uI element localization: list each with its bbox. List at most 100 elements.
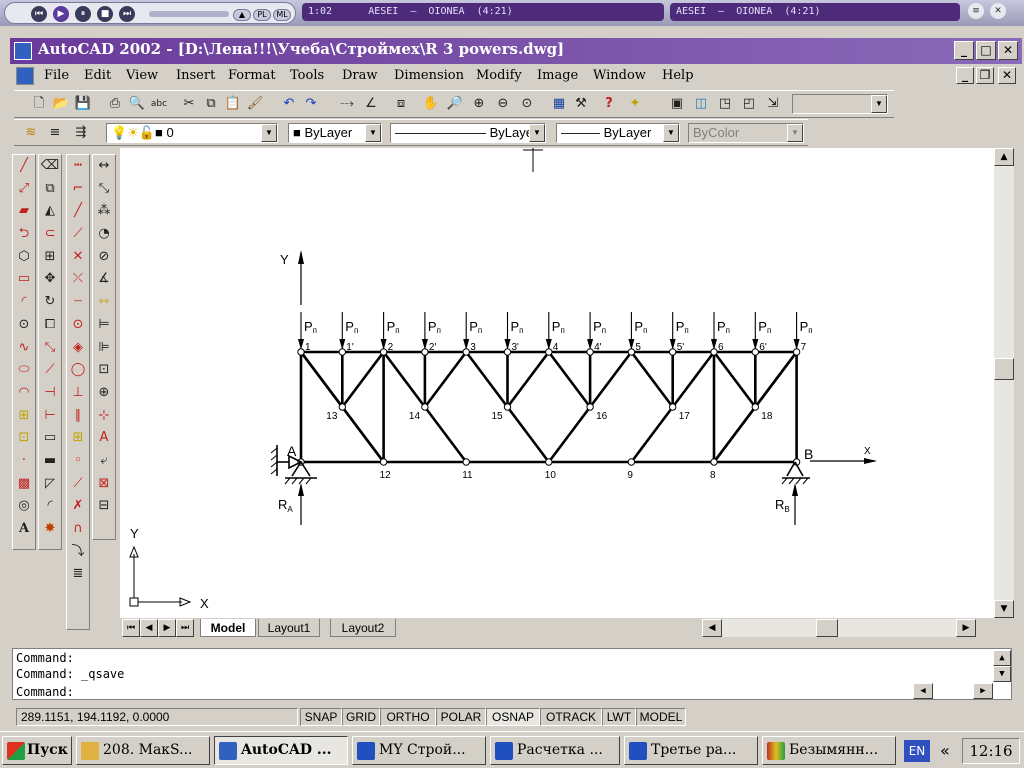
properties-icon[interactable]: ▦ — [548, 93, 570, 115]
eject-icon[interactable]: ▲ — [233, 9, 251, 21]
publish-icon[interactable]: ⇲ — [762, 93, 784, 115]
command-window[interactable]: Command: Command: _qsave Command: ▲ ▼ ◀ … — [12, 648, 1012, 700]
zoom-realtime-icon[interactable]: 🔎 — [444, 93, 466, 115]
cmd-scroll-right-icon[interactable]: ▶ — [973, 683, 993, 699]
cut-icon[interactable]: ✂ — [178, 93, 200, 115]
menu-insert[interactable]: Insert — [176, 68, 215, 83]
design-center-icon[interactable]: ⧈ — [390, 93, 412, 115]
view-dropdown[interactable]: ▼ — [792, 94, 888, 114]
next-tab-icon[interactable]: ▶ — [158, 619, 176, 637]
menu-draw[interactable]: Draw — [342, 68, 378, 83]
menu-help[interactable]: Help — [662, 68, 694, 83]
insert-block-icon[interactable]: ⊞ — [13, 405, 35, 428]
zoom-extents-icon[interactable]: ⊙ — [516, 93, 538, 115]
save-icon[interactable]: 💾 — [72, 93, 94, 115]
move-icon[interactable]: ✥ — [39, 268, 61, 291]
prev-icon[interactable]: ⏮ — [31, 6, 47, 22]
first-tab-icon[interactable]: ⏮ — [122, 619, 140, 637]
horizontal-scroll-thumb[interactable] — [816, 619, 838, 637]
3d-orbit-icon[interactable]: ◳ — [714, 93, 736, 115]
menu-tools[interactable]: Tools — [290, 68, 324, 83]
layer-previous-icon[interactable]: ≡ — [44, 122, 66, 144]
copy-object-icon[interactable]: ⧉ — [39, 178, 61, 201]
named-views-icon[interactable]: ▣ — [666, 93, 688, 115]
snap-toggle[interactable]: SNAP — [300, 708, 342, 726]
tracking-icon[interactable]: ⤏ — [336, 93, 358, 115]
ortho-toggle[interactable]: ORTHO — [380, 708, 436, 726]
snap-nearest-icon[interactable]: ⟋ — [67, 473, 89, 496]
task-3[interactable]: MY Строй... — [352, 736, 486, 765]
break-icon[interactable]: ▭ — [39, 427, 61, 450]
menu-file[interactable]: File — [44, 68, 69, 83]
menu-image[interactable]: Image — [537, 68, 578, 83]
copy-icon[interactable]: ⧉ — [200, 93, 222, 115]
task-autocad[interactable]: AutoCAD ... — [214, 736, 348, 765]
explode-icon[interactable]: ✸ — [39, 518, 61, 541]
menu-edit[interactable]: Edit — [84, 68, 111, 83]
lineweight-dropdown[interactable]: ——— ByLayer ▼ — [556, 123, 680, 143]
preview-icon[interactable]: 🔍 — [126, 93, 148, 115]
tab-layout1[interactable]: Layout1 — [258, 619, 320, 637]
multiline-icon[interactable]: ▰ — [13, 200, 35, 223]
new-icon[interactable]: 🗋 — [28, 93, 50, 115]
model-toggle[interactable]: MODEL — [636, 708, 686, 726]
render-icon[interactable]: ◰ — [738, 93, 760, 115]
cmd-scroll-left-icon[interactable]: ◀ — [913, 683, 933, 699]
task-1[interactable]: 208. МакS... — [76, 736, 210, 765]
zoom-previous-icon[interactable]: ⊖ — [492, 93, 514, 115]
scroll-thumb[interactable] — [994, 358, 1014, 380]
drawing-vertical-scrollbar[interactable]: ▲ ▼ — [994, 148, 1014, 618]
drawing-horizontal-scrollbar[interactable]: ◀ ▶ — [702, 619, 976, 637]
menu-view[interactable]: View — [126, 68, 158, 83]
snap-apparent-intersection-icon[interactable]: ⤫ — [67, 268, 89, 291]
snap-tangent-icon[interactable]: ◯ — [67, 359, 89, 382]
temporary-tracking-icon[interactable]: ┅ — [67, 155, 89, 178]
zoom-window-icon[interactable]: ⊕ — [468, 93, 490, 115]
break-at-point-icon[interactable]: ▬ — [39, 450, 61, 473]
open-icon[interactable]: 📂 — [50, 93, 72, 115]
baseline-dim-icon[interactable]: ⊨ — [93, 314, 115, 337]
close-icon[interactable]: ✕ — [990, 3, 1006, 19]
ucs-icon[interactable]: ∠ — [360, 93, 382, 115]
make-current-icon[interactable]: ⇶ — [70, 122, 92, 144]
construction-line-icon[interactable]: ⤢ — [13, 178, 35, 201]
tray-expand-icon[interactable]: « — [940, 738, 960, 764]
trim-icon[interactable]: ⊣ — [39, 382, 61, 405]
scroll-left-icon[interactable]: ◀ — [702, 619, 722, 637]
rectangle-icon[interactable]: ▭ — [13, 268, 35, 291]
snap-node-icon[interactable]: ◦ — [67, 450, 89, 473]
radius-dim-icon[interactable]: ◔ — [93, 223, 115, 246]
volume-slider[interactable] — [149, 11, 229, 17]
fillet-icon[interactable]: ◜ — [39, 495, 61, 518]
viewports-icon[interactable]: ◫ — [690, 93, 712, 115]
menu-modify[interactable]: Modify — [476, 68, 522, 83]
quick-leader-icon[interactable]: ⊡ — [93, 359, 115, 382]
layer-dropdown[interactable]: 💡☀🔓■ 0 ▼ — [106, 123, 278, 143]
osnap-settings-icon[interactable]: ∩ — [67, 518, 89, 541]
doc-close-button[interactable]: ✕ — [998, 67, 1016, 84]
undo-icon[interactable]: ↶ — [278, 93, 300, 115]
polar-toggle[interactable]: POLAR — [436, 708, 486, 726]
command-prompt[interactable]: Command: — [16, 685, 74, 699]
close-button[interactable]: ✕ — [998, 41, 1018, 60]
drawing-area[interactable]: Y X Pп Pп Pп Pп Pп Pп Pп Pп Pп Pп Pп Pп Pп 1 1' 2 2' 3 3'… — [120, 148, 994, 618]
continue-dim-icon[interactable]: ⊫ — [93, 337, 115, 360]
dim-edit-icon[interactable]: A — [93, 427, 115, 450]
hatch-icon[interactable]: ▩ — [13, 473, 35, 496]
offset-icon[interactable]: ⊂ — [39, 223, 61, 246]
quick-dim-icon[interactable]: ⇿ — [93, 291, 115, 314]
match-properties-icon[interactable]: 🖌 — [244, 93, 266, 115]
multiline-text-icon[interactable]: A — [13, 518, 35, 541]
document-icon[interactable] — [16, 67, 34, 85]
snap-extension-icon[interactable]: ┈ — [67, 291, 89, 314]
aligned-dim-icon[interactable]: ⤡ — [93, 178, 115, 201]
doc-restore-button[interactable]: ❐ — [976, 67, 994, 84]
ordinate-dim-icon[interactable]: ⁂ — [93, 200, 115, 223]
otrack-toggle[interactable]: OTRACK — [540, 708, 602, 726]
snap-perpendicular-icon[interactable]: ⊥ — [67, 382, 89, 405]
line-icon[interactable]: ╱ — [13, 155, 35, 178]
polyline-icon[interactable]: ⮌ — [13, 223, 35, 246]
snap-menu-icon[interactable]: ≣ — [67, 563, 89, 586]
tab-layout2[interactable]: Layout2 — [330, 619, 396, 637]
ellipse-arc-icon[interactable]: ◠ — [13, 382, 35, 405]
